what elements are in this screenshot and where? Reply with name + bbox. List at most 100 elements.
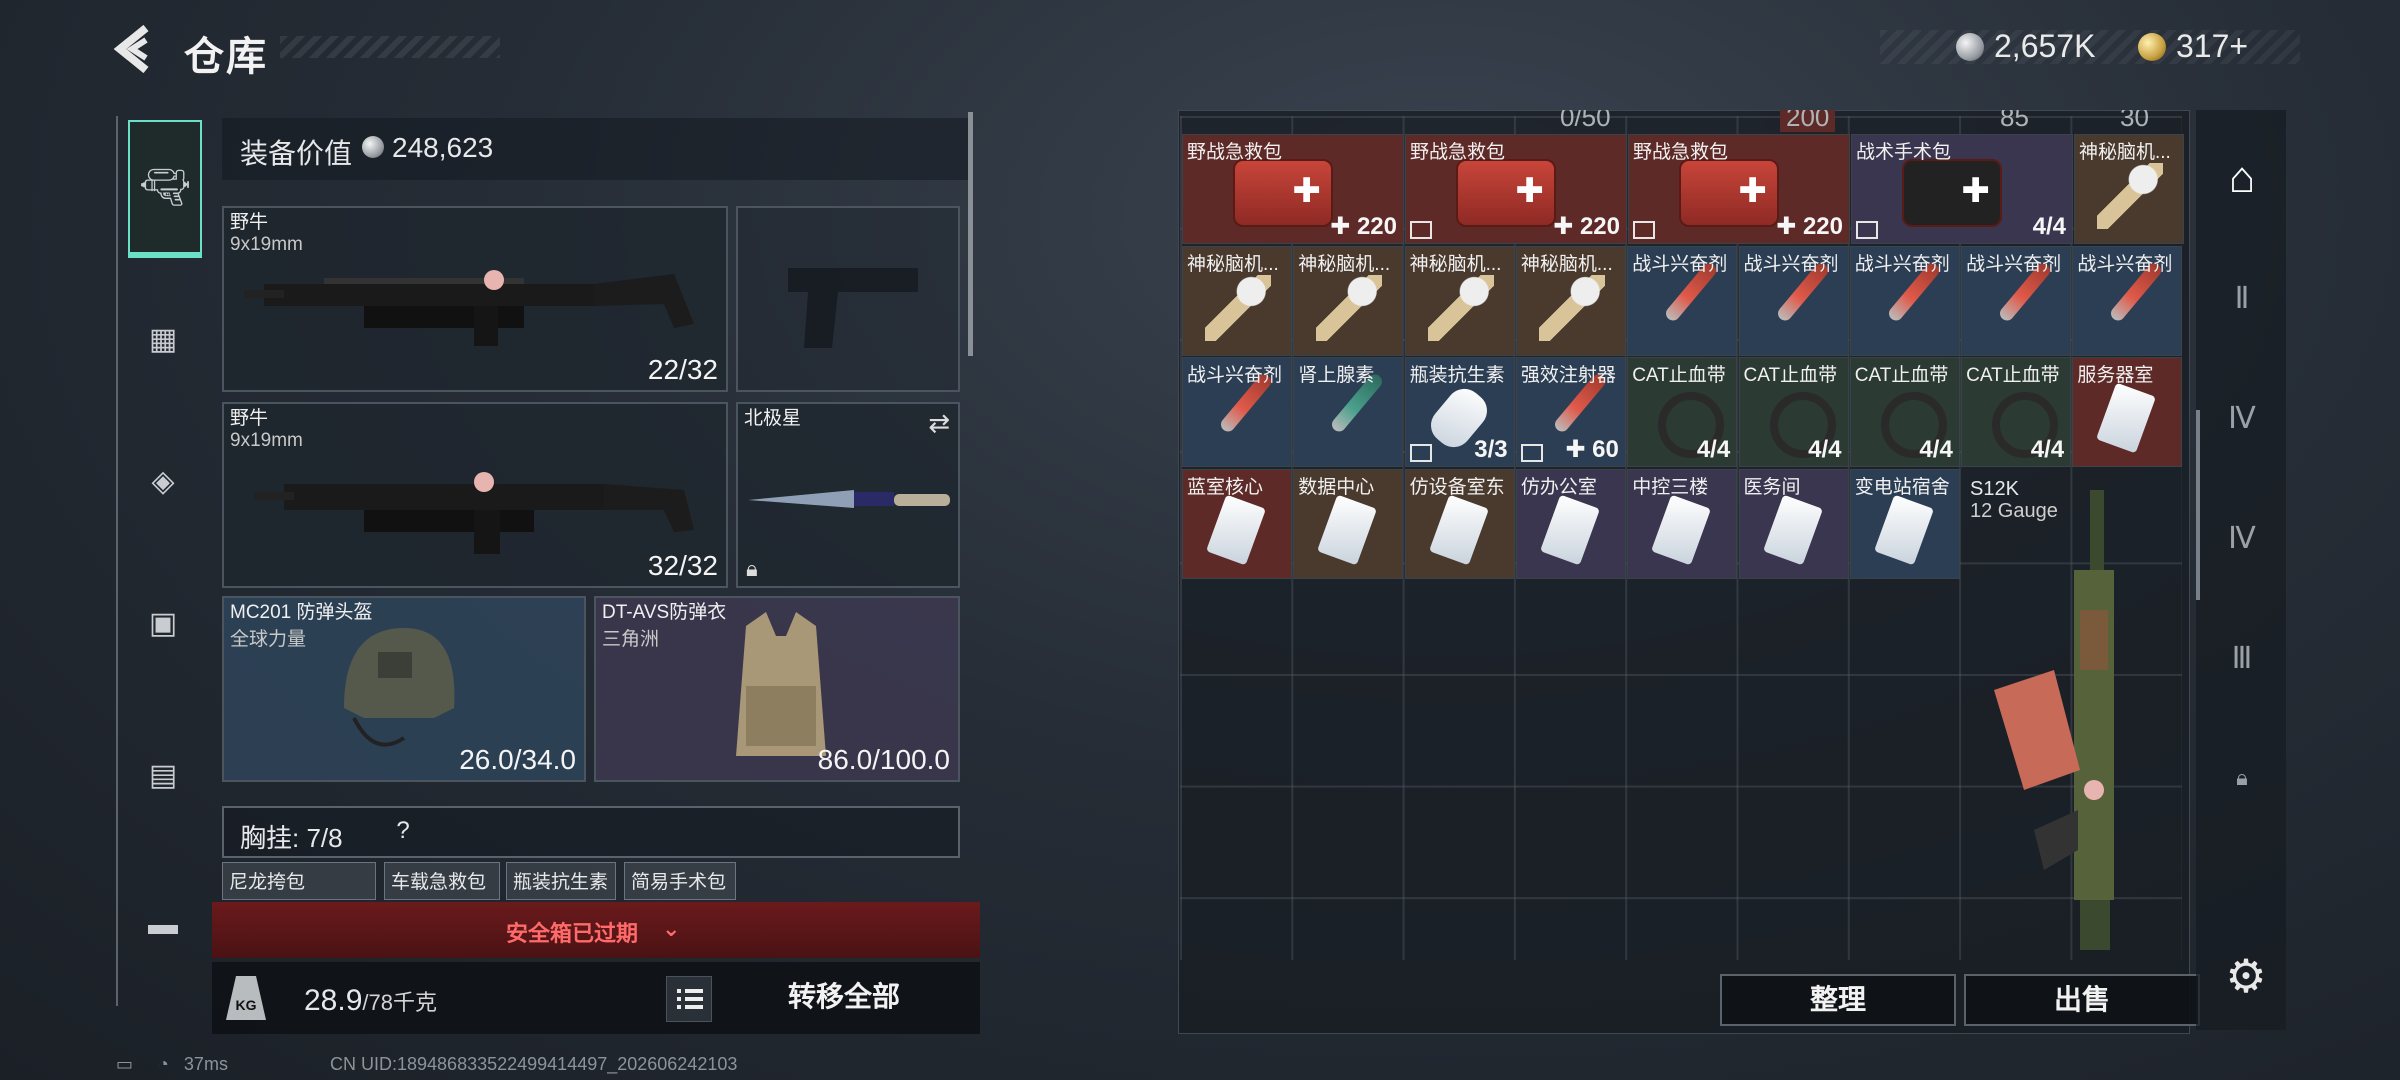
item-name: 肾上腺素 bbox=[1298, 365, 1375, 387]
brain-chip-icon bbox=[1205, 274, 1271, 341]
rail-scrollbar[interactable] bbox=[2196, 410, 2200, 600]
item-count: ✚ 60 bbox=[1565, 436, 1619, 464]
brain-chip-icon bbox=[2097, 163, 2163, 229]
stash-item[interactable]: 野战急救包 ✚ 220 bbox=[1405, 134, 1627, 244]
stash-item[interactable]: 神秘脑机... bbox=[1404, 245, 1515, 356]
armor-durability: 86.0/100.0 bbox=[817, 744, 950, 775]
lock-icon[interactable]: 🔒︎ bbox=[2210, 746, 2274, 810]
list-button[interactable] bbox=[666, 976, 712, 1022]
stash-item[interactable]: 仿办公室 bbox=[1515, 468, 1626, 579]
sell-button[interactable]: 出售 bbox=[1964, 974, 2200, 1026]
pistol-icon: 🔫︎ bbox=[139, 165, 191, 210]
stash-item[interactable]: 服务器室 bbox=[2072, 357, 2183, 468]
help-icon[interactable]: ? bbox=[388, 816, 418, 846]
item-name: 战斗兴奋剂 bbox=[1966, 253, 2062, 275]
chest-item[interactable]: 车载急救包 bbox=[384, 862, 500, 900]
stash-item[interactable]: 中控三楼 bbox=[1627, 468, 1738, 579]
warehouse-main-icon[interactable]: ⌂ bbox=[2210, 146, 2274, 210]
stash-item[interactable]: 强效注射器 ✚ 60 bbox=[1515, 357, 1626, 468]
back-icon[interactable] bbox=[112, 22, 162, 76]
stash-item[interactable]: 战斗兴奋剂 bbox=[2072, 245, 2183, 356]
stash-item[interactable]: 战术手术包 4/4 bbox=[1851, 134, 2073, 244]
stash-item[interactable]: 神秘脑机... bbox=[1293, 245, 1404, 356]
stash-item[interactable]: 战斗兴奋剂 bbox=[1849, 245, 1960, 356]
sidebar-item-pouch[interactable]: ▣ bbox=[128, 588, 198, 658]
stash-item[interactable]: 神秘脑机... bbox=[2074, 134, 2184, 244]
chest-item[interactable]: 简易手术包 bbox=[624, 862, 736, 900]
keycard-icon bbox=[2096, 382, 2157, 454]
sidebar-item-armor[interactable]: ▦ bbox=[128, 304, 198, 374]
sidebar-item-backpack[interactable]: ◈ bbox=[128, 446, 198, 516]
stash-item[interactable]: 瓶装抗生素 3/3 bbox=[1404, 357, 1515, 468]
stash-top-row-partial: 0/50 200 85 30 bbox=[1180, 110, 2182, 132]
stash-item[interactable]: 仿设备室东 bbox=[1404, 468, 1515, 579]
sidebar-item-case[interactable]: ▤ bbox=[128, 740, 198, 810]
category-sidebar: 🔫︎ ▦ ◈ ▣ ▤ ▬ bbox=[116, 116, 204, 1006]
helmet-origin: 全球力量 bbox=[230, 629, 307, 650]
storage-tier-4-icon[interactable]: Ⅳ bbox=[2210, 386, 2274, 450]
gold-coin-icon bbox=[2138, 32, 2166, 61]
item-count: 4/4 bbox=[2032, 213, 2066, 240]
list-icon bbox=[677, 989, 703, 1009]
stash-item[interactable]: 战斗兴奋剂 bbox=[1182, 357, 1292, 468]
stash-item[interactable]: 变电站宿舍 bbox=[1849, 468, 1960, 579]
stash-item[interactable]: CAT止血带 4/4 bbox=[1849, 357, 1960, 468]
keycard-icon bbox=[1873, 494, 1934, 566]
item-name: 蓝室核心 bbox=[1187, 476, 1264, 498]
item-name: 神秘脑机... bbox=[1520, 253, 1613, 275]
bound-tag-icon bbox=[1520, 444, 1543, 463]
storage-tier-3-icon[interactable]: Ⅲ bbox=[2210, 626, 2274, 690]
stash-item[interactable]: 野战急救包 ✚ 220 bbox=[1628, 134, 1850, 244]
case-icon: ▤ bbox=[148, 758, 178, 792]
storage-tier-2-icon[interactable]: Ⅱ bbox=[2210, 266, 2274, 330]
stash-item[interactable]: CAT止血带 4/4 bbox=[1738, 357, 1849, 468]
transfer-all-button[interactable]: 转移全部 bbox=[720, 966, 968, 1028]
gold-amount: 317+ bbox=[2176, 28, 2249, 64]
secondary-weapon-slot[interactable]: 野牛 9x19mm 32/32 bbox=[222, 402, 728, 588]
primary-weapon-slot[interactable]: 野牛 9x19mm 22/32 bbox=[222, 206, 728, 392]
keycard-icon bbox=[1317, 494, 1378, 566]
stash-item[interactable]: 战斗兴奋剂 bbox=[1627, 245, 1738, 356]
stash-item[interactable]: 数据中心 bbox=[1293, 468, 1404, 579]
item-count: ✚ 220 bbox=[1776, 213, 1843, 240]
shotgun-item[interactable]: S12K 12 Gauge bbox=[1964, 478, 2182, 958]
sidebar-item-toolbox[interactable]: ▬ bbox=[128, 890, 198, 960]
item-name: 战斗兴奋剂 bbox=[1187, 365, 1283, 387]
battery-icon: ▭ bbox=[116, 1054, 134, 1074]
item-name: 神秘脑机... bbox=[2079, 142, 2171, 163]
armor-slot[interactable]: DT-AVS防弹衣 三角洲 86.0/100.0 bbox=[594, 596, 960, 782]
chest-item[interactable]: 尼龙挎包 bbox=[222, 862, 376, 900]
item-name: 变电站宿舍 bbox=[1854, 476, 1950, 498]
status-bar: ▭ ◔ 37ms bbox=[116, 1054, 228, 1075]
stash-item[interactable]: 野战急救包 ✚ 220 bbox=[1182, 134, 1404, 244]
title-decoration bbox=[280, 36, 500, 58]
item-name: 中控三楼 bbox=[1632, 476, 1709, 498]
storage-tier-4b-icon[interactable]: Ⅳ bbox=[2210, 506, 2274, 570]
stash-item[interactable]: 蓝室核心 bbox=[1182, 468, 1292, 579]
stash-item[interactable]: 医务间 bbox=[1738, 468, 1849, 579]
stash-item[interactable]: 神秘脑机... bbox=[1515, 245, 1626, 356]
sidearm-slot-empty[interactable] bbox=[736, 206, 960, 392]
swap-icon[interactable]: ⇄ bbox=[928, 408, 950, 439]
silver-coin-icon bbox=[1956, 32, 1984, 61]
chest-item[interactable]: 瓶装抗生素 bbox=[506, 862, 616, 900]
stash-item[interactable]: CAT止血带 4/4 bbox=[1627, 357, 1738, 468]
loadout-scrollbar[interactable] bbox=[968, 112, 973, 356]
sidebar-item-weapons[interactable]: 🔫︎ bbox=[128, 120, 202, 258]
gear-icon[interactable]: ⚙ bbox=[2218, 948, 2274, 1004]
keycard-icon bbox=[1762, 494, 1823, 566]
stash-item[interactable]: 肾上腺素 bbox=[1293, 357, 1404, 468]
safe-box-expired-banner[interactable]: 安全箱已过期 ⌄ bbox=[212, 902, 980, 958]
item-name: 战斗兴奋剂 bbox=[1632, 253, 1728, 275]
melee-slot[interactable]: 北极星 ⇄ 🔒︎ bbox=[736, 402, 960, 588]
gold-currency[interactable]: 317+ bbox=[2138, 28, 2248, 65]
stash-item[interactable]: 战斗兴奋剂 bbox=[1961, 245, 2072, 356]
sort-button[interactable]: 整理 bbox=[1720, 974, 1956, 1026]
stash-item[interactable]: CAT止血带 4/4 bbox=[1961, 357, 2072, 468]
stash-item[interactable]: 神秘脑机... bbox=[1182, 245, 1292, 356]
stash-item[interactable]: 战斗兴奋剂 bbox=[1738, 245, 1849, 356]
silver-currency[interactable]: 2,657K bbox=[1956, 28, 2095, 65]
chest-rig-header[interactable]: 胸挂: 7/8 ? bbox=[222, 806, 960, 858]
helmet-slot[interactable]: MC201 防弹头盔 全球力量 26.0/34.0 bbox=[222, 596, 586, 782]
surgical-kit-icon bbox=[1902, 159, 2002, 227]
